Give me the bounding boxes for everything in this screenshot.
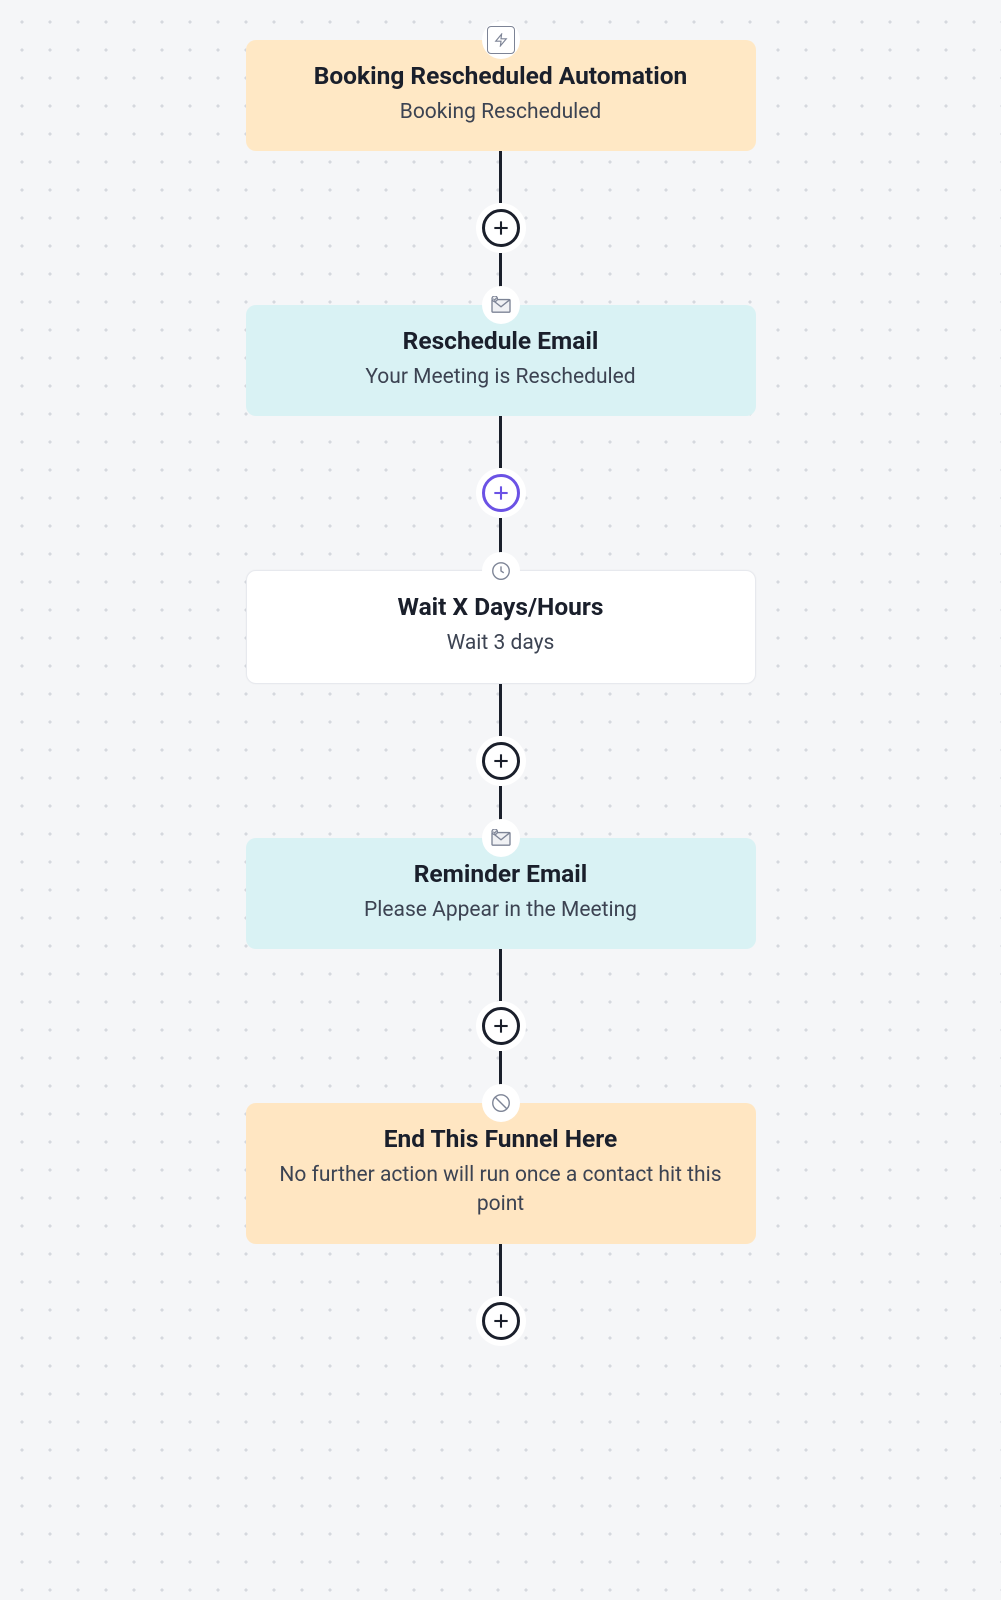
add-step-button[interactable]: [476, 203, 526, 253]
stop-icon: [482, 1084, 520, 1122]
node-subtitle: Please Appear in the Meeting: [268, 896, 734, 925]
node-title: Reschedule Email: [268, 325, 734, 357]
node-subtitle: Your Meeting is Rescheduled: [268, 363, 734, 392]
clock-icon: [482, 552, 520, 590]
connector-line: [499, 684, 502, 736]
bolt-icon: [482, 21, 520, 59]
end-node-funnel[interactable]: End This Funnel Here No further action w…: [246, 1103, 756, 1244]
add-step-button[interactable]: [476, 1001, 526, 1051]
node-title: Reminder Email: [268, 858, 734, 890]
connector-line: [499, 949, 502, 1001]
action-node-reminder-email[interactable]: Reminder Email Please Appear in the Meet…: [246, 838, 756, 949]
connector-line: [499, 1244, 502, 1296]
node-title: Wait X Days/Hours: [269, 591, 733, 623]
node-subtitle: Booking Rescheduled: [268, 98, 734, 127]
action-node-wait[interactable]: Wait X Days/Hours Wait 3 days: [246, 570, 756, 683]
email-icon: [482, 819, 520, 857]
add-step-button-active[interactable]: [476, 468, 526, 518]
node-title: Booking Rescheduled Automation: [268, 60, 734, 92]
add-step-button[interactable]: [476, 1296, 526, 1346]
email-icon: [482, 286, 520, 324]
add-step-button[interactable]: [476, 736, 526, 786]
trigger-node-booking-rescheduled[interactable]: Booking Rescheduled Automation Booking R…: [246, 40, 756, 151]
automation-canvas[interactable]: Booking Rescheduled Automation Booking R…: [0, 0, 1001, 1600]
node-subtitle: No further action will run once a contac…: [268, 1161, 734, 1220]
node-subtitle: Wait 3 days: [269, 629, 733, 658]
connector-line: [499, 416, 502, 468]
node-title: End This Funnel Here: [268, 1123, 734, 1155]
connector-line: [499, 151, 502, 203]
action-node-reschedule-email[interactable]: Reschedule Email Your Meeting is Resched…: [246, 305, 756, 416]
